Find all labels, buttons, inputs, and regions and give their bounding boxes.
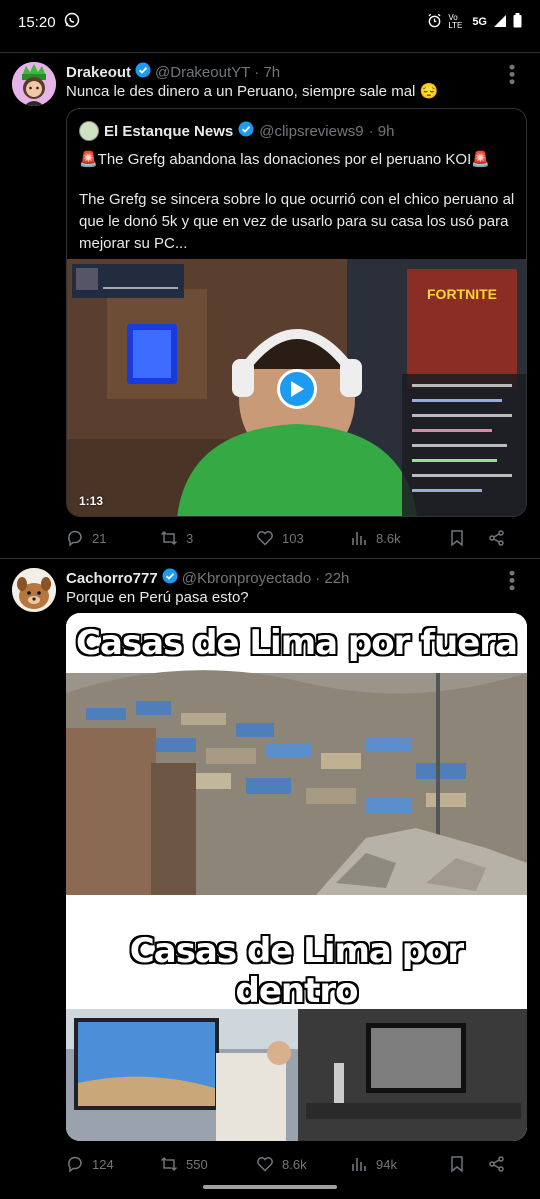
reply-button[interactable]: 21 [66,529,160,547]
like-button[interactable]: 103 [256,529,350,547]
bookmark-icon [451,1156,463,1173]
retweet-count: 550 [186,1156,208,1172]
network-label: 5G [472,16,487,28]
meme-caption-bottom: Casas de Lima por dentro [129,931,464,1011]
tweet-actions: 21 3 103 8.6k [66,526,526,550]
tweet-time[interactable]: · 22h [315,570,349,587]
quote-text-line2: The Grefg se sincera sobre lo que ocurri… [79,191,515,252]
video-duration: 1:13 [79,494,104,508]
bookmark-button[interactable] [448,529,488,547]
avatar[interactable] [12,568,56,612]
view-count: 94k [376,1156,397,1172]
meme-caption-top: Casas de Lima por fuera [76,623,518,663]
battery-icon [513,13,522,31]
author-name[interactable]: Cachorro777 [66,570,158,587]
views-button[interactable]: 8.6k [350,529,448,547]
quote-text: 🚨The Grefg abandona las donaciones por e… [79,149,519,273]
avatar[interactable] [12,62,56,106]
quote-tweet[interactable]: El Estanque News @clipsreviews9 · 9h 🚨Th… [66,108,527,517]
quote-header: El Estanque News @clipsreviews9 · 9h [79,121,395,141]
author-name[interactable]: Drakeout [66,64,131,81]
retweet-button[interactable]: 3 [160,529,256,547]
share-button[interactable] [488,1155,506,1173]
reply-count: 124 [92,1156,114,1172]
verified-icon [238,121,254,141]
author-handle[interactable]: @Kbronproyectado [182,570,311,587]
quote-avatar [79,121,99,141]
status-time: 15:20 [18,13,56,31]
gesture-bar[interactable] [203,1185,337,1189]
views-icon [352,1158,366,1171]
views-icon [352,532,366,545]
like-button[interactable]: 8.6k [256,1155,350,1173]
tweet-actions: 124 550 8.6k 94k [66,1152,526,1176]
verified-icon [162,568,178,588]
view-count: 8.6k [376,530,401,546]
heart-icon [257,531,273,546]
signal-icon [493,14,507,31]
tweet-text: Porque en Perú pasa esto? [66,589,249,606]
share-button[interactable] [488,529,506,547]
retweet-count: 3 [186,530,194,546]
tweet-image[interactable]: Casas de Lima por fuera Casas de Lima po… [66,613,527,1141]
quote-author-name: El Estanque News [104,122,234,140]
author-handle[interactable]: @DrakeoutYT [155,64,250,81]
whatsapp-icon [64,12,80,32]
reply-icon [68,1156,82,1173]
tweet-header: Cachorro777 @Kbronproyectado · 22h [66,568,349,588]
volte-icon: Vo LTE [448,13,463,30]
bookmark-button[interactable] [448,1155,488,1173]
tweet-time[interactable]: · 7h [254,64,280,81]
tweet-header: Drakeout @DrakeoutYT · 7h [66,62,280,82]
svg-text:FORTNITE: FORTNITE [427,286,497,302]
quote-time: · 9h [368,122,395,140]
verified-icon [135,62,151,82]
views-button[interactable]: 94k [350,1155,448,1173]
video-player[interactable]: FORTNITE 1:13 [67,259,526,516]
status-icons: Vo LTE 5G [427,13,522,31]
like-count: 8.6k [282,1156,307,1172]
quote-author-handle: @clipsreviews9 [259,122,364,140]
meme-graphic [66,613,527,1141]
status-bar: 15:20 Vo LTE 5G [0,0,540,44]
heart-icon [257,1157,273,1172]
reply-icon [68,530,82,547]
tweet-text: Nunca le des dinero a un Peruano, siempr… [66,83,439,100]
play-icon[interactable] [277,369,317,409]
retweet-button[interactable]: 550 [160,1155,256,1173]
reply-button[interactable]: 124 [66,1155,160,1173]
share-icon [489,530,504,546]
share-icon [489,1156,504,1172]
reply-count: 21 [92,530,107,546]
tweet[interactable]: Drakeout @DrakeoutYT · 7h ••• Nunca le d… [0,52,540,557]
alarm-icon [427,13,442,31]
retweet-icon [160,530,178,546]
retweet-icon [160,1156,178,1172]
quote-text-line1: 🚨The Grefg abandona las donaciones por e… [79,151,490,168]
bookmark-icon [451,530,463,547]
like-count: 103 [282,530,304,546]
